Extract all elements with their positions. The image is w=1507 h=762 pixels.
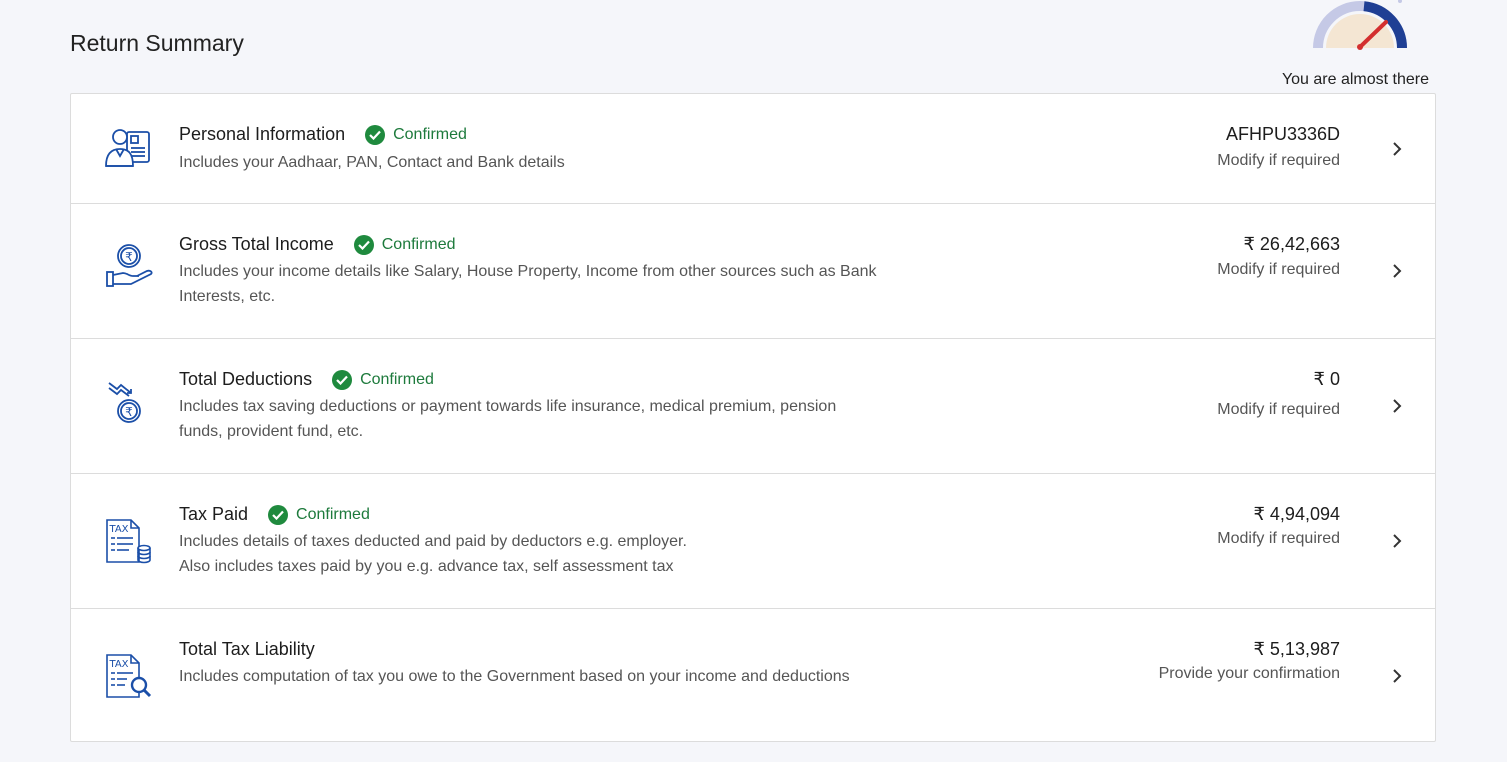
row-title-line: Tax Paid Confirmed (179, 504, 370, 525)
progress-gauge-icon (1312, 0, 1408, 50)
svg-text:₹: ₹ (125, 250, 133, 264)
row-title-line: Total Tax Liability (179, 639, 315, 660)
row-value: AFHPU3336D (1225, 124, 1340, 144)
row-title: Personal Information (179, 124, 346, 144)
check-circle-icon (332, 369, 353, 390)
status-label: Confirmed (360, 370, 434, 388)
svg-text:₹: ₹ (125, 405, 133, 419)
chevron-right-icon[interactable] (1387, 261, 1407, 281)
tax-paid-icon: TAX (103, 516, 155, 568)
row-title-line: Gross Total Income Confirmed (179, 234, 456, 255)
row-total-deductions[interactable]: ₹ Total Deductions Confirmed Includes ta… (71, 339, 1435, 474)
svg-text:TAX: TAX (108, 659, 128, 670)
row-title: Total Tax Liability (179, 639, 315, 659)
row-value: ₹ 5,13,987 (1253, 639, 1340, 659)
personal-info-icon (103, 122, 155, 174)
modify-link[interactable]: Modify if required (1217, 401, 1340, 419)
modify-link[interactable]: Modify if required (1217, 261, 1340, 279)
page-title: Return Summary (70, 30, 244, 56)
return-summary-card: Personal Information Confirmed Includes … (70, 93, 1436, 742)
row-gross-total-income[interactable]: ₹ Gross Total Income Confirmed Includes … (71, 204, 1435, 339)
row-title: Gross Total Income (179, 234, 334, 254)
progress-caption: You are almost there (1281, 71, 1429, 88)
chevron-right-icon[interactable] (1387, 666, 1407, 686)
chevron-right-icon[interactable] (1387, 531, 1407, 551)
row-title: Total Deductions (179, 369, 313, 389)
row-description: Includes your Aadhaar, PAN, Contact and … (179, 154, 565, 171)
status-label: Confirmed (393, 125, 467, 143)
status-badge: Confirmed (268, 504, 370, 525)
status-label: Confirmed (381, 235, 456, 253)
row-title-line: Personal Information Confirmed (179, 124, 467, 145)
modify-link[interactable]: Modify if required (1217, 530, 1340, 548)
row-value: ₹ 0 (1313, 369, 1340, 389)
check-circle-icon (353, 234, 374, 255)
check-circle-icon (365, 124, 386, 145)
status-badge: Confirmed (332, 369, 434, 390)
status-badge: Confirmed (353, 234, 456, 255)
svg-text:TAX: TAX (108, 524, 128, 535)
tax-liability-icon: TAX (103, 651, 155, 703)
row-value: ₹ 4,94,094 (1253, 504, 1340, 524)
income-hand-icon: ₹ (103, 242, 155, 294)
status-badge: Confirmed (365, 124, 467, 145)
row-description: Includes computation of tax you owe to t… (179, 668, 850, 685)
provide-confirmation-link[interactable]: Provide your confirmation (1159, 665, 1340, 683)
row-title-line: Total Deductions Confirmed (179, 369, 434, 390)
check-circle-icon (268, 504, 289, 525)
row-tax-paid[interactable]: TAX Tax Paid Confirmed Includes details … (71, 474, 1435, 609)
row-description-line: Includes details of taxes deducted and p… (179, 533, 687, 550)
chevron-right-icon[interactable] (1387, 396, 1407, 416)
row-total-tax-liability[interactable]: TAX Total Tax Liability Includes computa… (71, 609, 1435, 743)
row-description: Includes details of taxes deducted and p… (179, 529, 879, 579)
row-title: Tax Paid (179, 504, 249, 524)
modify-link[interactable]: Modify if required (1217, 152, 1340, 170)
row-description: Includes your income details like Salary… (179, 263, 877, 305)
row-description: Includes tax saving deductions or paymen… (179, 398, 837, 440)
status-label: Confirmed (296, 505, 370, 523)
deductions-icon: ₹ (103, 377, 155, 429)
chevron-right-icon[interactable] (1387, 139, 1407, 159)
row-description-line: Also includes taxes paid by you e.g. adv… (179, 558, 674, 575)
row-value: ₹ 26,42,663 (1243, 234, 1340, 254)
row-personal-information[interactable]: Personal Information Confirmed Includes … (71, 94, 1435, 204)
